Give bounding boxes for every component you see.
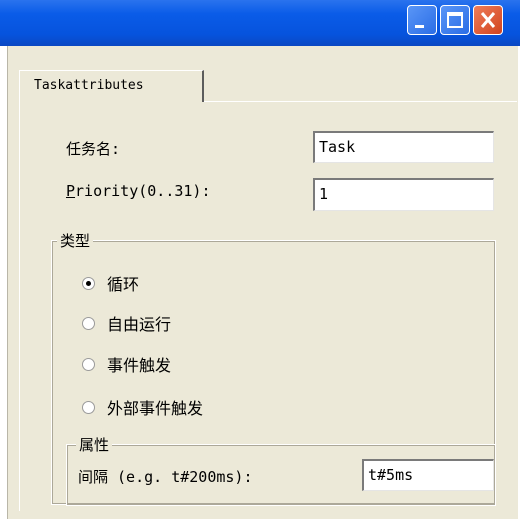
radio-event-triggered-label[interactable]: 事件触发 — [107, 352, 171, 376]
priority-label-text: riority(0..31): — [75, 182, 211, 200]
interval-input[interactable]: t#5ms — [362, 459, 494, 491]
maximize-button[interactable] — [440, 5, 470, 35]
radio-selected-dot — [86, 281, 91, 286]
properties-group-title: 属性 — [76, 434, 113, 455]
radio-event-triggered[interactable] — [82, 358, 95, 371]
radio-cyclic-label[interactable]: 循环 — [107, 271, 139, 295]
priority-label: Priority(0..31): — [66, 182, 211, 200]
close-button[interactable] — [473, 5, 503, 35]
priority-label-mnemonic: P — [66, 182, 76, 200]
radio-cyclic[interactable] — [82, 277, 95, 290]
tab-taskattributes[interactable]: Taskattributes — [19, 70, 204, 102]
interval-label: 间隔 (e.g. t#200ms): — [78, 468, 253, 486]
radio-freewheeling[interactable] — [82, 317, 95, 330]
close-icon — [480, 12, 496, 28]
priority-input[interactable]: 1 — [313, 178, 494, 211]
type-group-title: 类型 — [57, 230, 94, 251]
radio-external-event-label[interactable]: 外部事件触发 — [107, 395, 203, 419]
radio-freewheeling-label[interactable]: 自由运行 — [107, 311, 171, 335]
minimize-button[interactable] — [407, 5, 437, 35]
title-bar[interactable] — [0, 0, 520, 46]
maximize-icon — [447, 12, 463, 28]
radio-external-event[interactable] — [82, 401, 95, 414]
task-name-input[interactable]: Task — [313, 131, 494, 163]
minimize-icon — [415, 25, 424, 28]
task-name-label: 任务名: — [66, 140, 121, 158]
